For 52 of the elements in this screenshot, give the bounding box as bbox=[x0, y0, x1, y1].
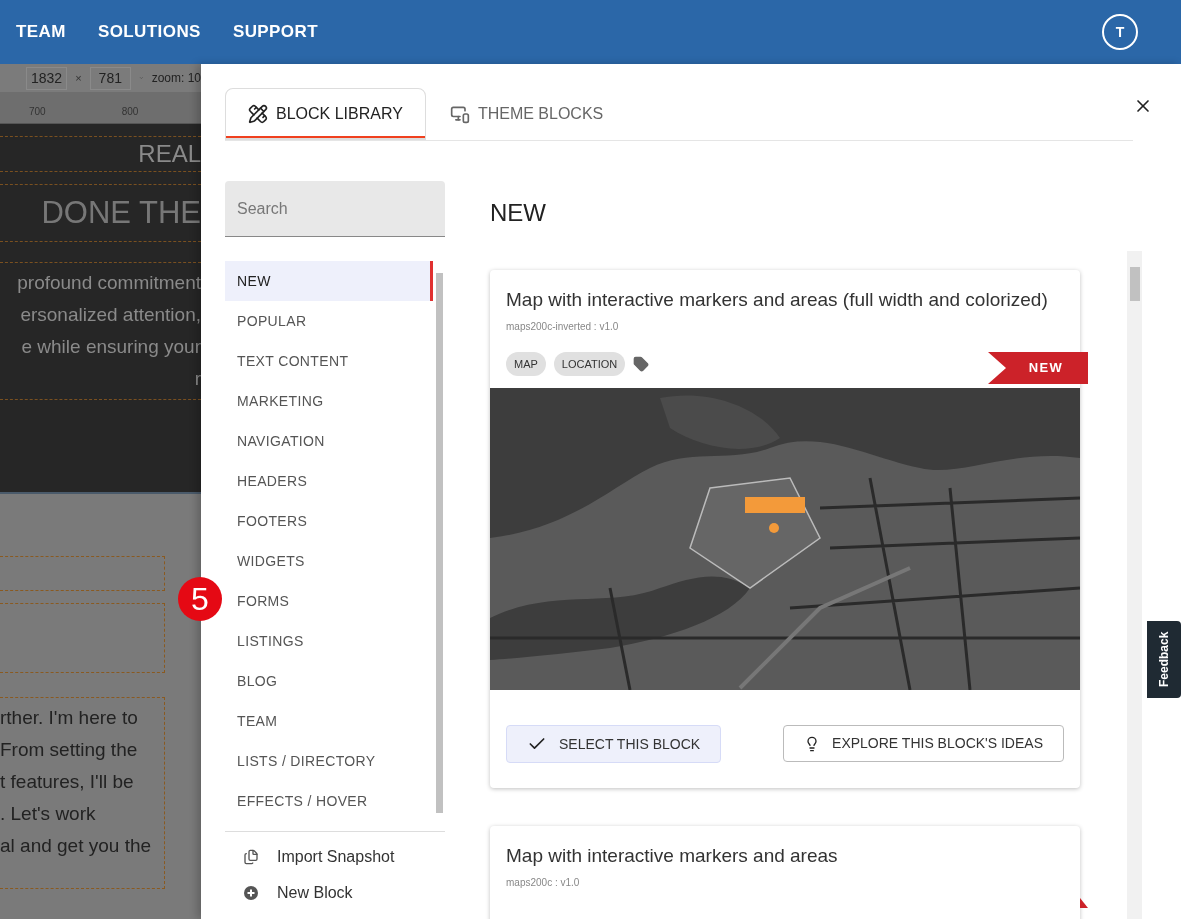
new-ribbon: NEW bbox=[988, 352, 1088, 384]
tag-chip[interactable]: LOCATION bbox=[553, 352, 626, 376]
block-title: Map with interactive markers and areas (full width and colorized) bbox=[506, 288, 1049, 312]
category-item[interactable]: TEXT CONTENT bbox=[225, 341, 433, 381]
width-field[interactable]: 1832 bbox=[26, 66, 68, 90]
category-item[interactable]: MARKETING bbox=[225, 381, 433, 421]
zoom-label: zoom: 10 bbox=[151, 70, 201, 87]
monitor-phone-icon bbox=[449, 104, 470, 124]
tab[interactable]: BLOCK LIBRARY bbox=[225, 88, 426, 140]
category-item[interactable]: LISTS / DIRECTORY bbox=[225, 741, 433, 781]
search-field[interactable]: Search bbox=[225, 181, 445, 237]
scrollbar[interactable] bbox=[1127, 251, 1142, 919]
category-item[interactable]: EFFECTS / HOVER bbox=[225, 781, 433, 821]
hero-paragraph: profound commitment ersonalized attention, e while ensuring your r bbox=[0, 262, 201, 400]
category-item[interactable]: NEW bbox=[225, 261, 433, 301]
category-item[interactable]: POPULAR bbox=[225, 301, 433, 341]
explore-ideas-button[interactable]: EXPLORE THIS BLOCK'S IDEAS bbox=[783, 725, 1064, 762]
feedback-tab[interactable]: Feedback bbox=[1147, 621, 1181, 698]
ruler-label: 700 bbox=[29, 105, 46, 119]
category-item[interactable]: HEADERS bbox=[225, 461, 433, 501]
block-version: maps200c-inverted : v1.0 bbox=[506, 320, 620, 334]
height-field[interactable]: 781 bbox=[89, 66, 131, 90]
category-item[interactable]: WIDGETS bbox=[225, 541, 433, 581]
category-item[interactable]: FOOTERS bbox=[225, 501, 433, 541]
hero-title: DONE THE bbox=[0, 184, 201, 242]
library-action[interactable]: Import Snapshot bbox=[225, 846, 445, 868]
ruler-label: 800 bbox=[121, 105, 139, 119]
category-item[interactable]: TEAM bbox=[225, 701, 433, 741]
select-block-button[interactable]: SELECT THIS BLOCK bbox=[506, 725, 722, 763]
nav-link[interactable]: SOLUTIONS bbox=[97, 19, 201, 45]
tag-icon[interactable] bbox=[633, 356, 650, 372]
pencil-ruler-icon bbox=[248, 103, 268, 124]
block-title: Map with interactive markers and areas bbox=[506, 844, 839, 868]
category-item[interactable]: FORMS bbox=[225, 581, 433, 621]
body-paragraph: rther. I'm here to From setting the t features, I'll be . Let's work al and get you the bbox=[0, 697, 165, 889]
category-item[interactable]: NAVIGATION bbox=[225, 421, 433, 461]
hero-eyebrow: REAL bbox=[0, 136, 201, 172]
user-avatar[interactable]: T bbox=[1102, 14, 1138, 50]
category-item[interactable]: BLOG bbox=[225, 661, 433, 701]
plus-circle-icon bbox=[243, 885, 259, 901]
section-title: NEW bbox=[490, 199, 546, 227]
library-action[interactable]: New Block bbox=[225, 882, 445, 904]
nav-link[interactable]: SUPPORT bbox=[232, 19, 319, 45]
times-sign: × bbox=[75, 70, 82, 86]
nav-link[interactable]: TEAM bbox=[16, 19, 66, 45]
block-version: maps200c : v1.0 bbox=[506, 876, 581, 890]
tab[interactable]: THEME BLOCKS bbox=[425, 88, 628, 140]
block-card[interactable]: Map with interactive markers and areas maps200c : v1.0 bbox=[490, 826, 1080, 919]
category-item[interactable]: LISTINGS bbox=[225, 621, 433, 661]
step-badge: 5 bbox=[178, 577, 222, 621]
tag-chip[interactable]: MAP bbox=[506, 352, 546, 376]
files-icon bbox=[243, 849, 259, 865]
